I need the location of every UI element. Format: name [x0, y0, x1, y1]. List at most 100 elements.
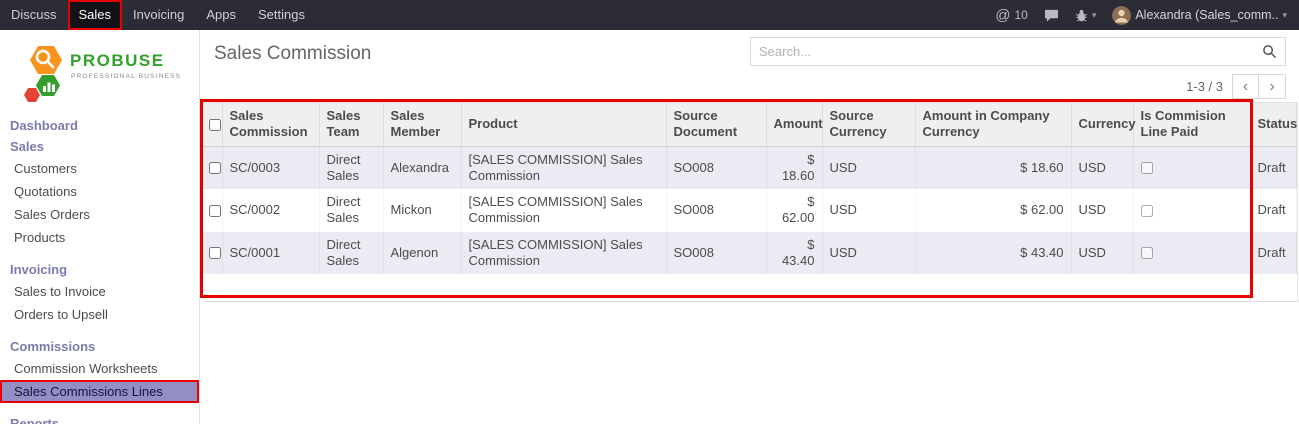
cell-amount-in-company-currency: $ 43.40	[915, 232, 1071, 275]
chat-bubble-icon	[1044, 9, 1059, 22]
cell-status: Draft	[1250, 232, 1297, 275]
logo-title: PROBUSE	[70, 51, 165, 70]
caret-down-icon: ▾	[1282, 10, 1287, 21]
header-row: Sales CommissionSales TeamSales MemberPr…	[203, 103, 1297, 147]
menu-apps[interactable]: Apps	[195, 0, 247, 30]
cell-product: [SALES COMMISSION] Sales Commission	[461, 189, 666, 232]
cell-status: Draft	[1250, 189, 1297, 232]
logo-hexagon-red	[24, 88, 40, 102]
sidebar-section-commissions[interactable]: Commissions	[0, 336, 199, 357]
menu-discuss[interactable]: Discuss	[0, 0, 68, 30]
cell-status: Draft	[1250, 146, 1297, 189]
cell-currency: USD	[1071, 232, 1133, 275]
user-menu[interactable]: Alexandra (Sales_comm.. ▾	[1112, 6, 1287, 25]
pager: 1-3 / 3 ‹ ›	[1186, 74, 1286, 99]
sidebar-item-sales-to-invoice[interactable]: Sales to Invoice	[0, 280, 199, 303]
pager-next-button[interactable]: ›	[1259, 74, 1286, 99]
column-header-sales-commission[interactable]: Sales Commission	[222, 103, 319, 147]
is-paid-checkbox[interactable]	[1141, 247, 1153, 259]
column-header-sales-member[interactable]: Sales Member	[383, 103, 461, 147]
page-title: Sales Commission	[214, 43, 371, 65]
messages-button[interactable]	[1044, 9, 1059, 22]
cell-amount: $ 43.40	[766, 232, 822, 275]
cell-amount: $ 62.00	[766, 189, 822, 232]
commission-table-head: Sales CommissionSales TeamSales MemberPr…	[203, 103, 1297, 147]
select-all-checkbox[interactable]	[209, 119, 221, 131]
cell-amount-in-company-currency: $ 62.00	[915, 189, 1071, 232]
column-header-status[interactable]: Status	[1250, 103, 1297, 147]
search-input[interactable]	[751, 44, 1254, 59]
sidebar-section-sales[interactable]: Sales	[0, 136, 199, 157]
cell-sales-team: Direct Sales	[319, 146, 383, 189]
cell-sales-commission: SC/0001	[222, 232, 319, 275]
sidebar-item-sales-commissions-lines[interactable]: Sales Commissions Lines	[0, 380, 199, 403]
pager-text: 1-3 / 3	[1186, 79, 1223, 94]
column-header-is-commision-line-paid[interactable]: Is Commision Line Paid	[1133, 103, 1250, 147]
menu-settings[interactable]: Settings	[247, 0, 316, 30]
control-panel: Sales Commission 1-3 / 3 ‹ ›	[201, 30, 1299, 102]
cell-sales-member: Algenon	[383, 232, 461, 275]
column-header-currency[interactable]: Currency	[1071, 103, 1133, 147]
avatar	[1112, 6, 1131, 25]
column-header-source-document[interactable]: Source Document	[666, 103, 766, 147]
column-header-product[interactable]: Product	[461, 103, 666, 147]
sidebar-item-commission-worksheets[interactable]: Commission Worksheets	[0, 357, 199, 380]
sidebar-section-invoicing[interactable]: Invoicing	[0, 259, 199, 280]
topbar-menus: DiscussSalesInvoicingAppsSettings	[0, 0, 316, 30]
cell-sales-commission: SC/0002	[222, 189, 319, 232]
cell-source-document: SO008	[666, 232, 766, 275]
column-header-sales-team[interactable]: Sales Team	[319, 103, 383, 147]
row-select-checkbox[interactable]	[209, 205, 221, 217]
sidebar-item-sales-orders[interactable]: Sales Orders	[0, 203, 199, 226]
search-box	[750, 37, 1286, 66]
menu-invoicing[interactable]: Invoicing	[122, 0, 195, 30]
row-select-cell	[203, 189, 222, 232]
cell-product: [SALES COMMISSION] Sales Commission	[461, 146, 666, 189]
user-name: Alexandra (Sales_comm..	[1135, 8, 1278, 22]
row-select-cell	[203, 146, 222, 189]
pager-prev-button[interactable]: ‹	[1232, 74, 1259, 99]
app-logo: PROBUSE PROFESSIONAL BUSINESS	[0, 30, 199, 115]
commission-table: Sales CommissionSales TeamSales MemberPr…	[203, 102, 1297, 274]
is-paid-checkbox[interactable]	[1141, 205, 1153, 217]
cell-is-paid	[1133, 232, 1250, 275]
cell-source-currency: USD	[822, 189, 915, 232]
sidebar-item-quotations[interactable]: Quotations	[0, 180, 199, 203]
debug-menu-button[interactable]: ▾	[1075, 9, 1097, 22]
column-header-source-currency[interactable]: Source Currency	[822, 103, 915, 147]
sidebar-section-reports[interactable]: Reports	[0, 413, 199, 424]
topbar-right: @ 10 ▾ Alexandra (Sales_comm.. ▾	[995, 0, 1299, 30]
notifications-button[interactable]: @ 10	[995, 8, 1028, 23]
cell-is-paid	[1133, 189, 1250, 232]
row-select-checkbox[interactable]	[209, 162, 221, 174]
cell-currency: USD	[1071, 189, 1133, 232]
column-header-amount[interactable]: Amount	[766, 103, 822, 147]
sidebar-item-customers[interactable]: Customers	[0, 157, 199, 180]
cell-source-currency: USD	[822, 146, 915, 189]
cell-sales-member: Alexandra	[383, 146, 461, 189]
cell-is-paid	[1133, 146, 1250, 189]
topbar: DiscussSalesInvoicingAppsSettings @ 10 ▾…	[0, 0, 1299, 30]
bug-icon	[1075, 9, 1088, 22]
cell-amount-in-company-currency: $ 18.60	[915, 146, 1071, 189]
sidebar-item-orders-to-upsell[interactable]: Orders to Upsell	[0, 303, 199, 326]
table-row-sc-0001[interactable]: SC/0001Direct SalesAlgenon[SALES COMMISS…	[203, 232, 1297, 275]
cell-sales-team: Direct Sales	[319, 189, 383, 232]
column-header-amount-in-company-currency[interactable]: Amount in Company Currency	[915, 103, 1071, 147]
row-select-checkbox[interactable]	[209, 247, 221, 259]
logo-subtitle: PROFESSIONAL BUSINESS	[71, 73, 181, 80]
sidebar-section-dashboard[interactable]: Dashboard	[0, 115, 199, 136]
notification-count: 10	[1014, 8, 1027, 22]
caret-down-icon: ▾	[1092, 10, 1097, 21]
menu-sales[interactable]: Sales	[68, 0, 123, 30]
sidebar-nav: DashboardSalesCustomersQuotationsSales O…	[0, 115, 199, 424]
search-icon[interactable]	[1254, 44, 1285, 59]
table-row-sc-0003[interactable]: SC/0003Direct SalesAlexandra[SALES COMMI…	[203, 146, 1297, 189]
at-icon: @	[995, 8, 1010, 23]
is-paid-checkbox[interactable]	[1141, 162, 1153, 174]
table-row-sc-0002[interactable]: SC/0002Direct SalesMickon[SALES COMMISSI…	[203, 189, 1297, 232]
sidebar: PROBUSE PROFESSIONAL BUSINESS DashboardS…	[0, 30, 200, 424]
commission-table-body: SC/0003Direct SalesAlexandra[SALES COMMI…	[203, 146, 1297, 274]
cell-currency: USD	[1071, 146, 1133, 189]
sidebar-item-products[interactable]: Products	[0, 226, 199, 249]
